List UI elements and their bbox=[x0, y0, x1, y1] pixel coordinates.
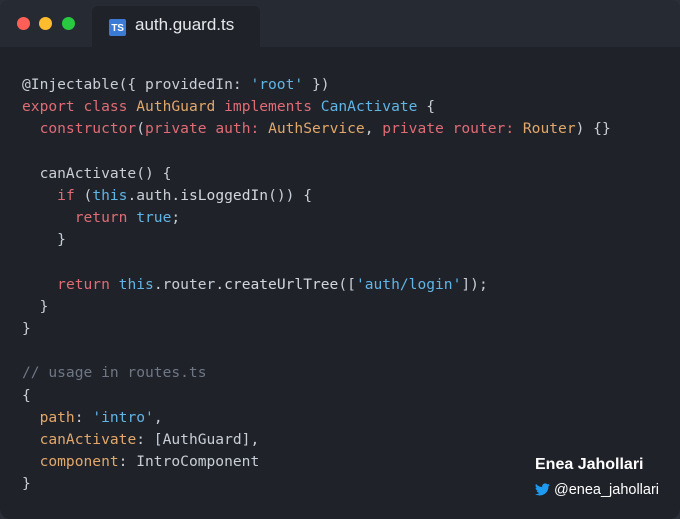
code-line-16: path: 'intro', bbox=[22, 407, 611, 429]
twitter-bird-icon bbox=[535, 483, 550, 496]
code-line-19: } bbox=[22, 473, 611, 495]
code-token: } bbox=[22, 297, 49, 315]
code-token: Router bbox=[522, 120, 576, 138]
code-token: constructor bbox=[22, 120, 137, 138]
tab-auth-guard[interactable]: TS auth.guard.ts bbox=[92, 6, 260, 47]
code-token: ( bbox=[74, 186, 93, 204]
code-line-2: export class AuthGuard implements CanAct… bbox=[22, 96, 611, 118]
code-line-7: return true; bbox=[22, 207, 611, 229]
code-line-3: constructor(private auth: AuthService, p… bbox=[22, 118, 611, 140]
code-token: .auth. bbox=[127, 186, 181, 204]
code-token: implements bbox=[224, 98, 312, 116]
code-token: createUrlTree bbox=[224, 275, 339, 293]
tab-label: auth.guard.ts bbox=[135, 15, 235, 34]
code-token: ) {} bbox=[575, 120, 611, 138]
code-token: canActivate() { bbox=[22, 164, 172, 182]
code-line-1: @Injectable({ providedIn: 'root' }) bbox=[22, 74, 611, 96]
code-token: router: bbox=[443, 120, 523, 138]
code-token: @Injectable({ providedIn: bbox=[22, 76, 251, 93]
twitter-handle[interactable]: @enea_jahollari bbox=[535, 482, 659, 498]
code-token: component bbox=[39, 453, 119, 471]
author-name: Enea Jahollari bbox=[535, 456, 644, 473]
code-token: // usage in routes.ts bbox=[22, 364, 207, 382]
code-line-8: } bbox=[22, 229, 611, 251]
code-token: auth: bbox=[206, 120, 269, 138]
code-token: true bbox=[136, 209, 172, 227]
code-token: } bbox=[22, 475, 31, 493]
code-token: AuthGuard bbox=[136, 98, 216, 116]
code-line-12: } bbox=[22, 318, 611, 340]
code-token: .router. bbox=[153, 275, 225, 293]
code-token: class bbox=[83, 98, 128, 116]
code-token: , bbox=[153, 408, 163, 426]
code-token: private bbox=[382, 120, 444, 138]
code-line-17: canActivate: [AuthGuard], bbox=[22, 429, 611, 451]
code-window: TS auth.guard.ts @Injectable({ providedI… bbox=[0, 0, 680, 519]
typescript-file-icon: TS bbox=[109, 19, 126, 36]
code-token: private bbox=[145, 120, 207, 138]
code-token: 'intro' bbox=[92, 408, 154, 426]
code-token: : IntroComponent bbox=[118, 453, 260, 471]
code-token: this bbox=[118, 275, 154, 293]
code-token: } bbox=[22, 320, 31, 338]
code-line-5: canActivate() { bbox=[22, 163, 611, 185]
code-token: return bbox=[57, 275, 110, 293]
code-line-11: } bbox=[22, 296, 611, 318]
code-token: : [AuthGuard], bbox=[136, 431, 260, 448]
code-token: ([ bbox=[338, 275, 356, 293]
code-token: 'root' bbox=[250, 76, 304, 93]
code-token: ()) { bbox=[268, 186, 312, 204]
code-token: if bbox=[57, 186, 75, 204]
close-dot[interactable] bbox=[17, 17, 30, 30]
twitter-handle-text: @enea_jahollari bbox=[554, 482, 660, 498]
title-bar: TS auth.guard.ts bbox=[0, 0, 680, 47]
code-line-18: component: IntroComponent bbox=[22, 451, 611, 473]
code-token: return bbox=[74, 209, 128, 227]
code-token: isLoggedIn bbox=[180, 186, 269, 204]
code-token: , bbox=[364, 120, 383, 138]
code-token: ]); bbox=[461, 275, 488, 293]
code-line-6: if (this.auth.isLoggedIn()) { bbox=[22, 185, 611, 207]
code-token: ( bbox=[136, 120, 146, 138]
code-token: : bbox=[74, 408, 93, 426]
code-token: canActivate bbox=[39, 431, 137, 448]
code-token: } bbox=[22, 231, 66, 249]
code-block: @Injectable({ providedIn: 'root' }) expor… bbox=[22, 74, 611, 496]
code-token: path bbox=[39, 408, 75, 426]
code-token: this bbox=[92, 186, 128, 204]
code-token: }) bbox=[303, 76, 330, 93]
code-token: 'auth/login' bbox=[355, 275, 462, 293]
code-token: AuthService bbox=[268, 120, 365, 138]
code-token: { bbox=[417, 98, 436, 116]
code-token: ; bbox=[171, 209, 181, 227]
code-token: export bbox=[22, 98, 75, 116]
minimize-dot[interactable] bbox=[39, 17, 52, 30]
code-line-10: return this.router.createUrlTree(['auth/… bbox=[22, 274, 611, 296]
maximize-dot[interactable] bbox=[62, 17, 75, 30]
code-token: { bbox=[22, 386, 31, 404]
code-token: CanActivate bbox=[320, 98, 418, 116]
code-line-14: // usage in routes.ts bbox=[22, 362, 611, 384]
code-line-15: { bbox=[22, 385, 611, 407]
